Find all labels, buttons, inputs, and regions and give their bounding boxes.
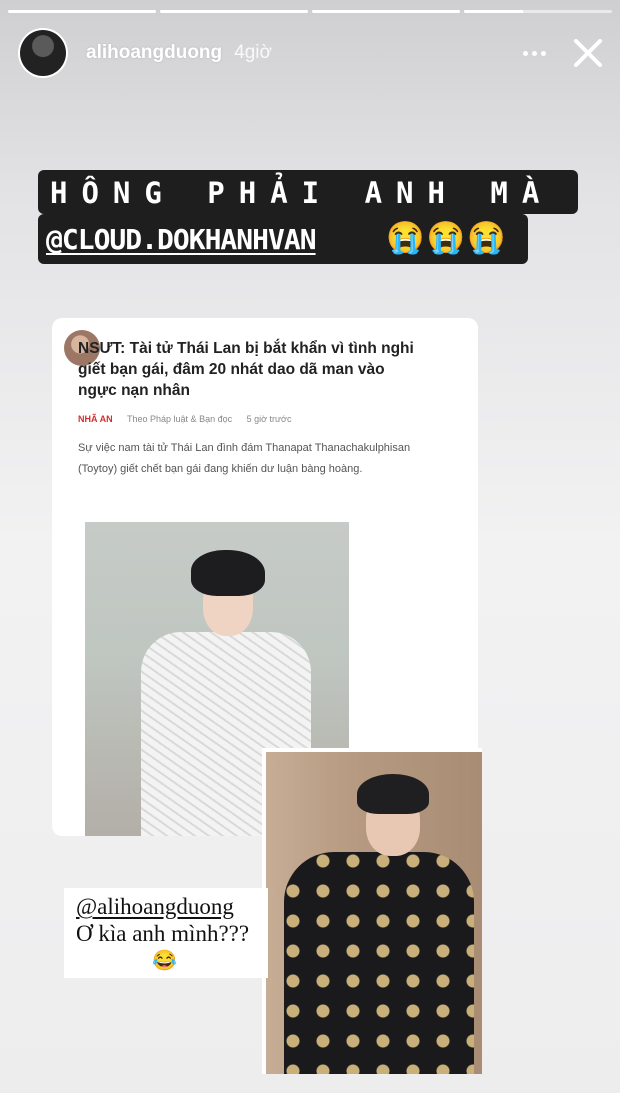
text-sticker: @alihoangduong Ơ kìa anh mình??? 😂 [64,888,268,978]
post-time: 4giờ [234,42,272,63]
close-icon[interactable] [570,35,606,71]
avatar[interactable] [18,28,68,78]
caption-text: HÔNG PHẢI ANH MÀ [50,176,554,210]
article-headline: NSƯT: Tài tử Thái Lan bị bắt khẩn vì tìn… [78,340,414,399]
mention-link[interactable]: @CLOUD.DOKHANHVAN [46,223,317,256]
article-source: NHÃ AN [78,414,113,424]
caption-line-1: HÔNG PHẢI ANH MÀ [38,170,578,214]
photo-hair [357,774,429,814]
article-summary: Sự việc nam tài tử Thái Lan đình đám Tha… [78,442,411,475]
caption-line-2: @CLOUD.DOKHANHVAN 😭😭😭 [38,214,528,264]
story-header: alihoangduong 4giờ [18,27,606,79]
sticker-mention[interactable]: @alihoangduong [76,894,234,920]
more-dots-icon[interactable] [516,38,552,68]
laughing-emoji: 😂 [152,950,177,972]
story-progress-bar [8,10,612,13]
progress-segment [312,10,460,13]
article-time: 5 giờ trước [246,414,292,424]
article-publisher: Theo Pháp luật & Bạn đọc [127,414,233,424]
overlay-photo [262,748,482,1074]
crying-emoji: 😭😭😭 [386,220,508,255]
username[interactable]: alihoangduong [86,42,222,64]
photo-hair [191,550,265,596]
progress-segment [160,10,308,13]
progress-segment-current [464,10,612,13]
photo-jacket [284,852,474,1074]
progress-segment [8,10,156,13]
avatar-photo [20,30,66,76]
article-meta: NHÃ AN Theo Pháp luật & Bạn đọc 5 giờ tr… [78,414,291,424]
sticker-text: Ơ kìa anh mình??? [76,921,250,946]
